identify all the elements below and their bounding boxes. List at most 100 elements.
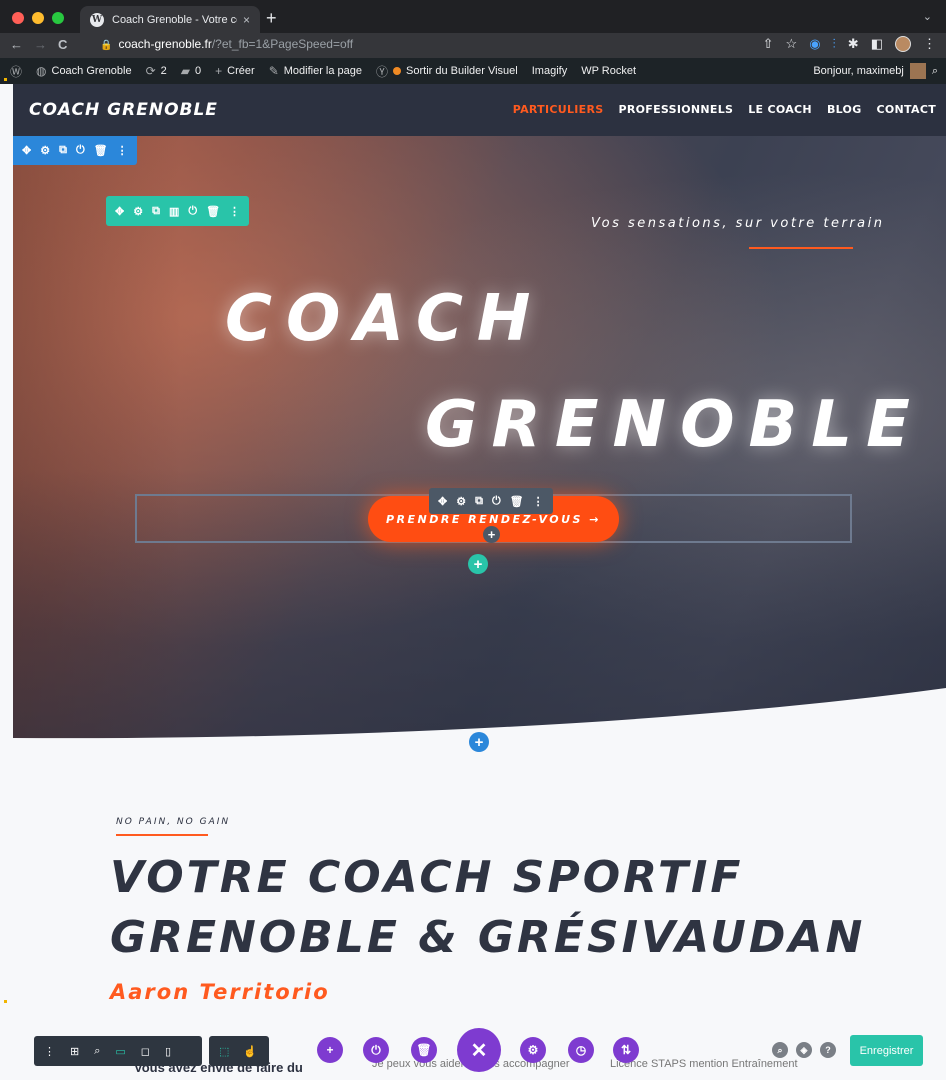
extension-bars-icon[interactable]: ⫶ [833, 36, 836, 52]
close-builder-button[interactable]: ✕ [457, 1028, 501, 1072]
duplicate-icon[interactable]: ⧉ [152, 205, 160, 218]
power-icon[interactable]: ⏻ [492, 495, 501, 508]
comment-icon: ▰ [180, 64, 191, 78]
more-icon[interactable]: ⋮ [117, 144, 128, 157]
updates-icon: ⟳ [145, 64, 156, 78]
menu-item-professionnels[interactable]: PROFESSIONNELS [618, 103, 733, 116]
trash-icon[interactable]: 🗑 [206, 205, 220, 218]
extensions-puzzle-icon[interactable]: ✱ [848, 36, 859, 52]
tagline-underline [749, 247, 853, 249]
hero-curve-divider [13, 688, 946, 740]
site-header: COACH GRENOBLE PARTICULIERS PROFESSIONNE… [13, 84, 946, 136]
move-icon[interactable]: ✥ [22, 144, 31, 157]
builder-search-icon[interactable]: ⌕ [772, 1042, 788, 1058]
add-row-plus-icon[interactable]: + [468, 554, 488, 574]
menu-item-contact[interactable]: CONTACT [877, 103, 936, 116]
wp-updates[interactable]: ⟳ 2 [146, 64, 167, 78]
phone-view-icon[interactable]: ▯ [165, 1045, 171, 1058]
desktop-view-icon[interactable]: ▭ [115, 1045, 125, 1058]
history-button[interactable]: ◷ [568, 1037, 594, 1063]
section-heading-line2: GRENOBLE & GRÉSIVAUDAN [110, 912, 866, 963]
wp-comments[interactable]: ▰ 0 [181, 64, 201, 78]
maximize-window-dot[interactable] [52, 12, 64, 24]
wp-imagify[interactable]: Imagify [532, 65, 567, 77]
new-tab-button[interactable]: + [266, 8, 277, 29]
minimize-window-dot[interactable] [32, 12, 44, 24]
settings-gear-icon[interactable]: ⚙ [40, 144, 50, 157]
bookmark-star-icon[interactable]: ☆ [786, 36, 798, 52]
browser-menu-icon[interactable]: ⋮ [923, 36, 936, 52]
page-settings-icon[interactable]: ⋮ [44, 1045, 55, 1058]
module-toolbar: ✥ ⚙ ⧉ ⏻ 🗑 ⋮ [429, 488, 553, 514]
forward-button[interactable]: → [34, 37, 47, 52]
settings-gear-icon[interactable]: ⚙ [133, 205, 143, 218]
zoom-icon[interactable]: ⌕ [94, 1045, 100, 1058]
wp-edit-page[interactable]: ✎ Modifier la page [269, 64, 362, 78]
duplicate-icon[interactable]: ⧉ [475, 495, 483, 508]
visual-builder-screen: W Coach Grenoble - Votre coach × + ⌄ ← →… [0, 0, 946, 1080]
tab-title: Coach Grenoble - Votre coach [112, 13, 237, 26]
move-icon[interactable]: ✥ [115, 205, 124, 218]
browser-tab-bar: W Coach Grenoble - Votre coach × + ⌄ [0, 0, 946, 33]
row-toolbar: ✥ ⚙ ⧉ ▥ ⏻ 🗑 ⋮ [106, 196, 250, 226]
menu-item-particuliers[interactable]: PARTICULIERS [513, 103, 604, 116]
trash-icon[interactable]: 🗑 [94, 144, 108, 157]
browser-toolbar-icons: ⇧ ☆ ◉ ⫶ ✱ ◧ ⋮ [763, 36, 936, 52]
disable-button[interactable]: ⏻ [363, 1037, 389, 1063]
more-icon[interactable]: ⋮ [533, 495, 544, 508]
columns-icon[interactable]: ▥ [169, 205, 179, 218]
close-window-dot[interactable] [12, 12, 24, 24]
yoast-icon: Ⓨ [376, 64, 389, 79]
browser-address-bar: ← → C 🔒 coach-grenoble.fr/?et_fb=1&PageSp… [0, 33, 946, 58]
menu-item-blog[interactable]: BLOG [827, 103, 862, 116]
wp-account[interactable]: Bonjour, maximebj ⌕ [813, 63, 938, 79]
save-button[interactable]: Enregistrer [850, 1035, 923, 1066]
kicker-underline [116, 834, 208, 836]
profile-avatar[interactable] [895, 36, 911, 52]
hero-title-line2: GRENOBLE [425, 388, 924, 462]
layers-icon[interactable]: ◈ [796, 1042, 812, 1058]
close-tab-icon[interactable]: × [243, 13, 250, 27]
wp-logo-icon[interactable]: Ⓦ [10, 63, 22, 80]
browser-tab[interactable]: W Coach Grenoble - Votre coach × [80, 6, 260, 33]
back-button[interactable]: ← [10, 37, 23, 52]
wp-rocket[interactable]: WP Rocket [581, 65, 636, 77]
share-icon[interactable]: ⇧ [763, 36, 774, 52]
trash-icon[interactable]: 🗑 [510, 495, 524, 508]
wp-exit-builder[interactable]: Ⓨ Sortir du Builder Visuel [376, 63, 518, 80]
search-icon[interactable]: ⌕ [932, 65, 938, 78]
add-button[interactable]: + [317, 1037, 343, 1063]
dashboard-icon: ◍ [36, 64, 47, 78]
wp-create[interactable]: + Créer [215, 64, 255, 78]
click-mode-icon[interactable]: ☝ [243, 1045, 257, 1058]
duplicate-icon[interactable]: ⧉ [59, 144, 67, 157]
url-host: coach-grenoble.fr [118, 37, 212, 51]
settings-gear-icon[interactable]: ⚙ [456, 495, 466, 508]
reload-button[interactable]: C [58, 37, 67, 52]
move-icon[interactable]: ✥ [438, 495, 447, 508]
wireframe-icon[interactable]: ⊞ [70, 1045, 79, 1058]
side-panel-icon[interactable]: ◧ [871, 36, 883, 52]
url-field[interactable]: 🔒 coach-grenoble.fr/?et_fb=1&PageSpeed=of… [100, 37, 353, 51]
help-icon[interactable]: ? [820, 1042, 836, 1058]
add-section-plus-icon[interactable]: + [469, 732, 489, 752]
site-logo[interactable]: COACH GRENOBLE [29, 100, 218, 120]
page-settings-button[interactable]: ⚙ [520, 1037, 546, 1063]
url-path: /?et_fb=1&PageSpeed=off [211, 37, 354, 51]
more-icon[interactable]: ⋮ [229, 205, 240, 218]
wp-greeting: Bonjour, maximebj [813, 65, 904, 77]
plus-icon: + [215, 64, 223, 78]
hero-tagline: Vos sensations, sur votre terrain [591, 216, 885, 231]
portability-button[interactable]: ⇅ [613, 1037, 639, 1063]
tab-search-chevron-icon[interactable]: ⌄ [923, 10, 932, 23]
hover-mode-icon[interactable]: ⬚ [219, 1045, 229, 1058]
tablet-view-icon[interactable]: ◻ [141, 1045, 150, 1058]
add-module-plus-icon[interactable]: + [483, 526, 500, 543]
wp-site-link[interactable]: ◍ Coach Grenoble [36, 64, 132, 78]
power-icon[interactable]: ⏻ [188, 205, 197, 218]
power-icon[interactable]: ⏻ [76, 144, 85, 157]
menu-item-le-coach[interactable]: LE COACH [748, 103, 812, 116]
extension-blue-icon[interactable]: ◉ [809, 36, 820, 52]
user-avatar [909, 63, 926, 79]
clear-layout-button[interactable]: 🗑 [411, 1037, 437, 1063]
